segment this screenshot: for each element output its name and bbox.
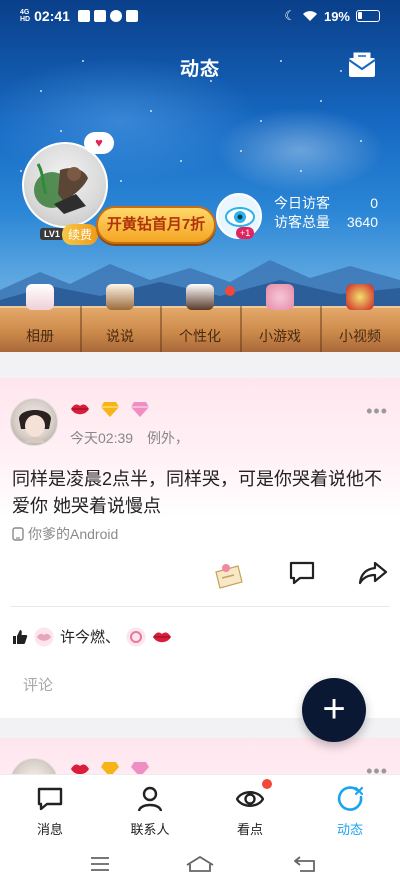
likes-row[interactable]: 许今燃、 <box>12 626 172 647</box>
phone-icon <box>12 527 24 541</box>
tab-contacts[interactable]: 联系人 <box>100 775 200 843</box>
visitor-plus-badge: +1 <box>236 227 255 239</box>
video-icon <box>346 284 374 310</box>
status-bar: 4G HD 02:41 ☾ 19% <box>0 0 400 32</box>
cloud-icon <box>109 10 122 22</box>
feed-post: 今天02:39 例外， ••• 同样是凌晨2点半，同样哭，可是你哭着说他不爱你 … <box>0 378 400 718</box>
post-avatar[interactable] <box>10 398 58 446</box>
diamond-gold-icon <box>101 402 119 417</box>
signal-indicator: 4G HD <box>20 9 31 23</box>
feed-post: ••• <box>0 738 400 778</box>
tab-messages[interactable]: 消息 <box>0 775 100 843</box>
mood-icon <box>106 284 134 310</box>
tab-feed[interactable]: 动态 <box>300 775 400 843</box>
card-background <box>0 738 400 778</box>
post-author[interactable]: 例外， <box>147 430 189 446</box>
create-post-button[interactable]: + <box>302 678 366 742</box>
mail-icon[interactable] <box>348 52 376 78</box>
thumbs-up-icon <box>13 629 28 644</box>
moon-icon: ☾ <box>284 8 296 23</box>
tab-label: 动态 <box>336 822 363 837</box>
shelf-item-label: 相册 <box>26 328 54 344</box>
total-visitors-label: 访客总量 <box>274 214 330 230</box>
album-icon <box>26 284 54 310</box>
shelf-item-album[interactable]: 相册 <box>0 284 80 352</box>
total-visitors-value: 3640 <box>346 214 378 230</box>
tab-label: 看点 <box>236 822 263 837</box>
lips-icon <box>153 632 172 642</box>
bottom-tab-bar: 消息 联系人 看点 动态 <box>0 774 400 842</box>
eye-icon <box>236 791 264 807</box>
gift-icon[interactable] <box>212 560 244 590</box>
message-icon <box>37 787 63 811</box>
plus-icon: + <box>322 687 346 731</box>
tab-discover[interactable]: 看点 <box>200 775 300 843</box>
personalize-icon <box>186 284 214 310</box>
post-device: 你爹的Android <box>12 524 118 544</box>
battery-icon <box>356 10 380 22</box>
divider <box>10 606 390 607</box>
post-time: 今天02:39 <box>70 430 134 446</box>
shelf-item-game[interactable]: 小游戏 <box>240 284 320 352</box>
device-label: 你爹的Android <box>28 526 119 542</box>
battery-percent: 19% <box>323 8 350 24</box>
shelf-item-personalize[interactable]: 个性化 <box>160 284 240 352</box>
comment-icon[interactable] <box>288 560 316 586</box>
profile-avatar[interactable] <box>22 142 108 228</box>
shelf-item-label: 小游戏 <box>259 328 301 344</box>
today-visitors-label: 今日访客 <box>274 195 330 211</box>
system-navigation-bar <box>0 842 400 889</box>
feed-icon <box>337 786 364 811</box>
level-badge: LV1 <box>40 228 64 240</box>
page-title: 动态 <box>179 59 220 80</box>
avatar-image <box>19 410 51 443</box>
notification-dot <box>225 286 235 296</box>
renew-button[interactable]: 续费 <box>62 224 99 245</box>
post-meta: 今天02:39 例外， <box>70 428 189 448</box>
shelf-item-label: 个性化 <box>179 328 221 344</box>
tab-label: 联系人 <box>130 822 170 837</box>
post-actions <box>0 560 400 600</box>
shelf-item-label: 小视频 <box>339 328 381 344</box>
visitor-stats[interactable]: 今日访客 0 访客总量 3640 <box>274 194 378 232</box>
more-options-icon[interactable]: ••• <box>366 402 388 420</box>
comment-input[interactable]: 评论 <box>23 674 53 695</box>
user-badges <box>70 400 150 418</box>
avatar-image <box>34 163 88 214</box>
home-icon[interactable] <box>186 856 214 872</box>
liker-avatar[interactable] <box>34 627 54 647</box>
lips-badge-icon <box>71 404 89 415</box>
notification-dot <box>262 779 272 789</box>
clock: 02:41 <box>34 8 70 24</box>
post-content: 同样是凌晨2点半，同样哭，可是你哭着说他不爱你 她哭着说慢点 <box>12 469 383 516</box>
shelf-item-label: 说说 <box>106 328 134 344</box>
app-notification-icon <box>93 10 106 22</box>
contacts-icon <box>137 786 163 812</box>
liker-avatar[interactable] <box>126 627 146 647</box>
liker-names[interactable]: 许今燃、 <box>60 626 120 647</box>
qq-notification-icon <box>125 10 138 22</box>
wifi-icon <box>302 11 317 21</box>
heart-icon: ♥ <box>84 132 114 154</box>
menu-icon[interactable] <box>90 856 110 872</box>
game-icon <box>266 284 294 310</box>
back-icon[interactable] <box>294 856 316 872</box>
shelf-item-mood[interactable]: 说说 <box>80 284 160 352</box>
shelf-item-video[interactable]: 小视频 <box>320 284 400 352</box>
diamond-pink-icon <box>131 402 149 417</box>
today-visitors-value: 0 <box>370 195 378 211</box>
download-icon <box>77 10 90 22</box>
tab-label: 消息 <box>36 822 63 837</box>
share-icon[interactable] <box>358 560 388 586</box>
vip-promo-button[interactable]: 开黄钻首月7折 <box>96 206 216 244</box>
